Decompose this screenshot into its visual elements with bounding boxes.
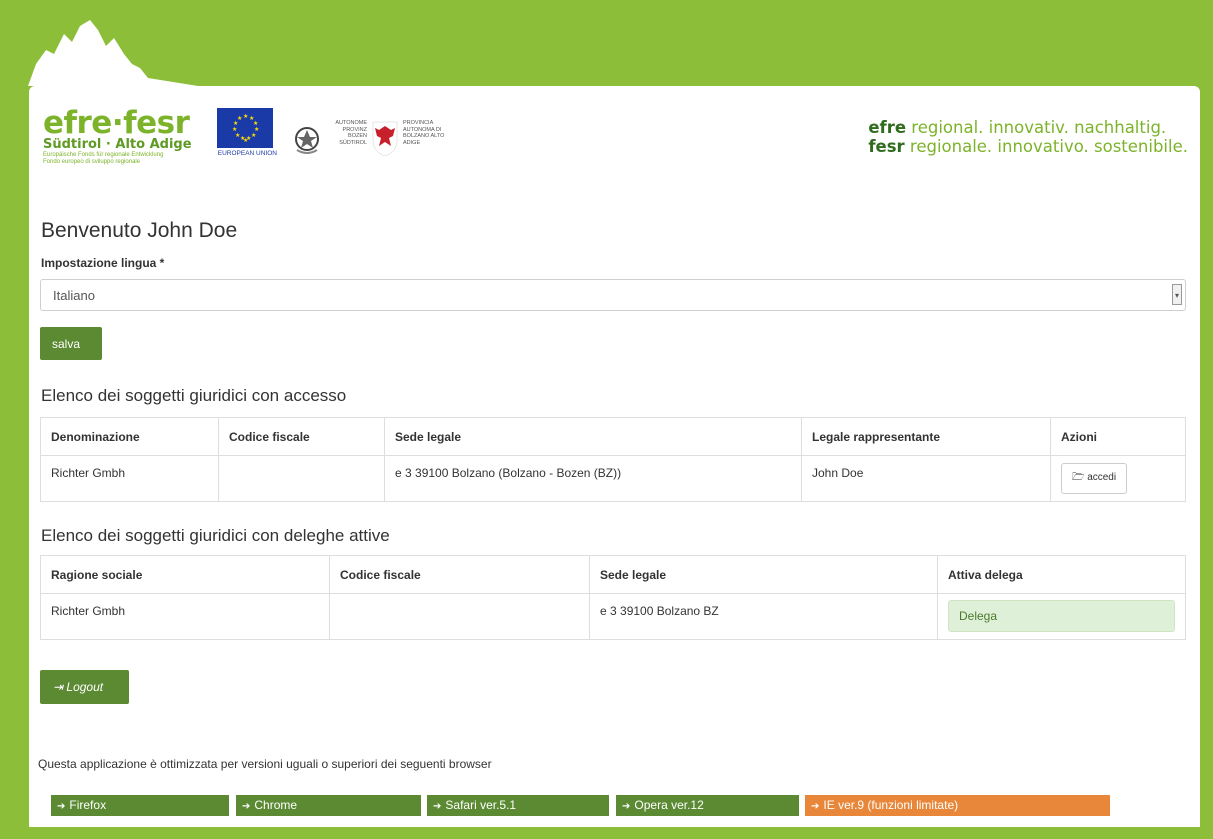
table-row: Richter Gmbh e 3 39100 Bolzano (Bolzano …	[40, 455, 1186, 502]
browser-note: Questa applicazione è ottimizzata per ve…	[38, 757, 492, 771]
save-button[interactable]: salva	[40, 327, 102, 360]
slogan: efre regional. innovativ. nachhaltig. fe…	[868, 118, 1188, 156]
province-label-it: PROVINCIA AUTONOMA DI BOLZANO ALTO ADIGE	[403, 120, 445, 146]
slogan-de: regional. innovativ. nachhaltig.	[906, 118, 1167, 137]
eu-flag-logo: ★ ★ ★ ★ ★ ★ ★ ★ ★ ★ ★ ★ EUROPEAN UNION	[193, 108, 277, 174]
browser-opera[interactable]: ➔ Opera ver.12	[616, 795, 799, 816]
language-select-value: Italiano	[53, 288, 95, 303]
language-label: Impostazione lingua *	[41, 256, 165, 270]
svg-text:★: ★	[243, 137, 248, 144]
svg-text:★: ★	[237, 115, 242, 122]
cell-denominazione: Richter Gmbh	[40, 455, 219, 502]
column-header: Attiva delega	[937, 555, 1186, 594]
arrow-circle-right-icon: ➔	[242, 801, 251, 812]
logout-button[interactable]: ⇥ Logout	[40, 670, 129, 704]
browser-label: Firefox	[69, 798, 107, 812]
browser-label: Opera ver.12	[634, 798, 704, 812]
logo-title: efre·fesr	[43, 105, 190, 141]
cell-attiva-delega: Delega	[937, 593, 1186, 640]
svg-text:★: ★	[235, 132, 240, 139]
delegation-section-title: Elenco dei soggetti giuridici con delegh…	[41, 526, 390, 545]
header: efre·fesr Südtirol · Alto Adige Europäis…	[43, 106, 1188, 176]
svg-text:★: ★	[243, 113, 248, 120]
arrow-circle-right-icon: ➔	[57, 801, 66, 812]
cell-ragione-sociale: Richter Gmbh	[40, 593, 330, 640]
logo-tiny-it: Fondo europeo di sviluppo regionale	[43, 159, 141, 165]
browser-firefox[interactable]: ➔ Firefox	[51, 795, 229, 816]
eu-flag-icon: ★ ★ ★ ★ ★ ★ ★ ★ ★ ★ ★ ★	[217, 108, 273, 148]
slogan-it-bold: fesr	[868, 137, 905, 156]
arrow-circle-right-icon: ➔	[433, 801, 442, 812]
access-section-title: Elenco dei soggetti giuridici con access…	[41, 386, 347, 405]
column-header: Azioni	[1050, 417, 1186, 456]
delega-button[interactable]: Delega	[948, 600, 1175, 632]
main-panel: efre·fesr Südtirol · Alto Adige Europäis…	[29, 86, 1200, 827]
mountains-logo	[28, 20, 198, 86]
efre-fesr-logo: efre·fesr Südtirol · Alto Adige Europäis…	[43, 108, 193, 174]
cell-codice-fiscale	[329, 593, 590, 640]
browser-label: Safari ver.5.1	[445, 798, 517, 812]
cell-legale-rappresentante: John Doe	[801, 455, 1051, 502]
column-header: Ragione sociale	[40, 555, 330, 594]
column-header: Sede legale	[384, 417, 802, 456]
column-header: Denominazione	[40, 417, 219, 456]
chevron-down-icon[interactable]: ▾	[1172, 284, 1182, 305]
browser-ie[interactable]: ➔ IE ver.9 (funzioni limitate)	[805, 795, 1110, 816]
svg-text:★: ★	[232, 126, 237, 133]
browser-chrome[interactable]: ➔ Chrome	[236, 795, 421, 816]
column-header: Legale rappresentante	[801, 417, 1051, 456]
cell-codice-fiscale	[218, 455, 385, 502]
eu-label: EUROPEAN UNION	[217, 150, 277, 157]
logo-tiny-de: Europäische Fonds für regionale Entwickl…	[43, 152, 164, 158]
svg-text:★: ★	[251, 132, 256, 139]
table-row: Richter Gmbh e 3 39100 Bolzano BZ Delega	[40, 593, 1186, 640]
cell-sede-legale: e 3 39100 Bolzano BZ	[589, 593, 938, 640]
italy-emblem-icon	[295, 127, 319, 154]
accedi-button[interactable]: 🗁 accedi	[1061, 463, 1128, 494]
delegation-table: Ragione sociale Codice fiscale Sede lega…	[40, 555, 1186, 640]
cell-sede-legale: e 3 39100 Bolzano (Bolzano - Bozen (BZ))	[384, 455, 802, 502]
slogan-de-bold: efre	[868, 118, 907, 137]
language-select[interactable]: Italiano ▾	[40, 279, 1186, 311]
logo-subtitle: Südtirol · Alto Adige	[43, 137, 192, 152]
column-header: Codice fiscale	[218, 417, 385, 456]
browser-label: Chrome	[254, 798, 298, 812]
browser-safari[interactable]: ➔ Safari ver.5.1	[427, 795, 609, 816]
cell-azioni: 🗁 accedi	[1050, 455, 1186, 502]
accedi-label: accedi	[1087, 472, 1117, 483]
folder-open-icon: 🗁	[1072, 472, 1085, 483]
browser-label: IE ver.9 (funzioni limitate)	[823, 798, 959, 812]
province-label-de: AUTONOME PROVINZ BOZEN SÜDTIROL	[335, 120, 367, 146]
arrow-circle-right-icon: ➔	[622, 801, 631, 812]
eagle-coat-of-arms-icon	[372, 121, 398, 156]
logout-icon: ⇥	[53, 680, 64, 694]
table-header-row: Denominazione Codice fiscale Sede legale…	[40, 417, 1186, 456]
column-header: Codice fiscale	[329, 555, 590, 594]
slogan-it: regionale. innovativo. sostenibile.	[904, 137, 1188, 156]
table-header-row: Ragione sociale Codice fiscale Sede lega…	[40, 555, 1186, 594]
welcome-heading: Benvenuto John Doe	[41, 219, 238, 242]
column-header: Sede legale	[589, 555, 938, 594]
access-table: Denominazione Codice fiscale Sede legale…	[40, 417, 1186, 502]
logout-label: Logout	[66, 680, 104, 694]
arrow-circle-right-icon: ➔	[811, 801, 820, 812]
